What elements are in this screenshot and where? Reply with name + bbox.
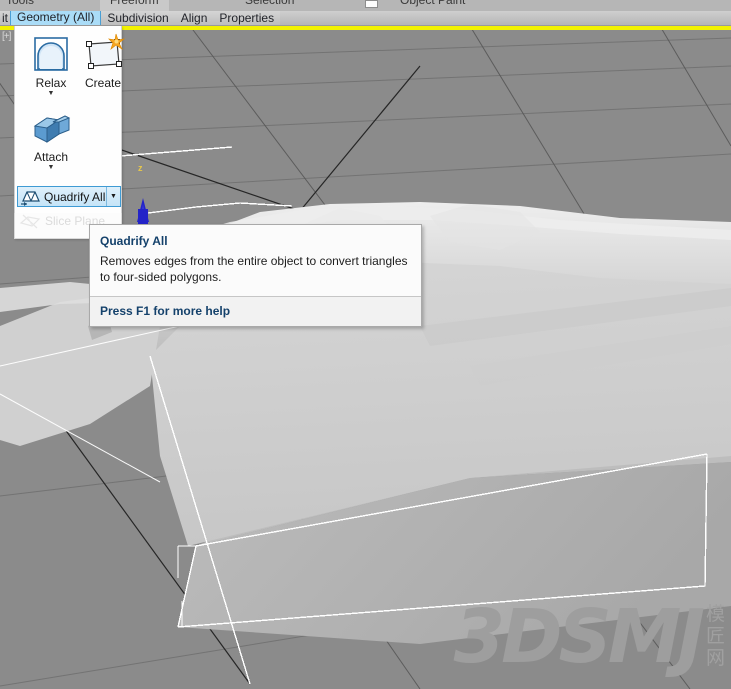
chevron-down-icon[interactable]: ▼ (25, 90, 77, 97)
tab-edit[interactable]: it (0, 11, 10, 25)
relax-button[interactable]: Relax ▼ (25, 32, 77, 97)
viewport-label[interactable]: [+] (2, 31, 11, 42)
attach-box-icon (25, 106, 77, 150)
create-button-label: Create (84, 76, 122, 90)
relax-button-label: Relax (35, 76, 67, 90)
geometry-all-panel: Relax ▼ Create Attach ▼ Quadrify All ▼ (14, 26, 126, 239)
minimize-box-icon[interactable] (365, 0, 378, 8)
tab-freeform[interactable]: Freeform (100, 0, 169, 11)
ribbon-tab-strip-lower[interactable]: it Geometry (All) Subdivision Align Prop… (0, 11, 731, 26)
tooltip-description: Removes edges from the entire object to … (100, 254, 408, 285)
tab-selection[interactable]: Selection (245, 0, 294, 11)
tab-align[interactable]: Align (175, 11, 214, 25)
3dsmax-window: 3DSMJ 模 匠 网 [+] z Tools Freeform Selecti… (0, 0, 731, 689)
create-polygon-icon (77, 32, 129, 76)
tooltip-title: Quadrify All (100, 234, 168, 248)
tab-strip-filler (280, 11, 731, 25)
axis-z-label: z (138, 163, 143, 173)
chevron-down-icon[interactable]: ▼ (25, 164, 77, 171)
tooltip-body: Quadrify All Removes edges from the enti… (90, 225, 421, 296)
create-button[interactable]: Create (77, 32, 129, 90)
tooltip-footer: Press F1 for more help (90, 297, 421, 327)
quadrify-icon (20, 188, 42, 206)
quadrify-all-label: Quadrify All (44, 189, 106, 204)
tab-object-paint[interactable]: Object Paint (400, 0, 465, 11)
relax-dome-icon (25, 32, 77, 76)
tab-tools[interactable]: Tools (6, 0, 34, 11)
tab-geometry-all[interactable]: Geometry (All) (10, 11, 102, 25)
tooltip-quadrify-all: Quadrify All Removes edges from the enti… (89, 224, 422, 328)
attach-button[interactable]: Attach ▼ (25, 106, 77, 171)
tab-subdivision[interactable]: Subdivision (101, 11, 174, 25)
tab-properties[interactable]: Properties (213, 11, 280, 25)
attach-button-label: Attach (33, 150, 69, 164)
quadrify-dropdown-arrow[interactable]: ▼ (106, 187, 120, 206)
quadrify-all-button[interactable]: Quadrify All ▼ (17, 186, 121, 207)
